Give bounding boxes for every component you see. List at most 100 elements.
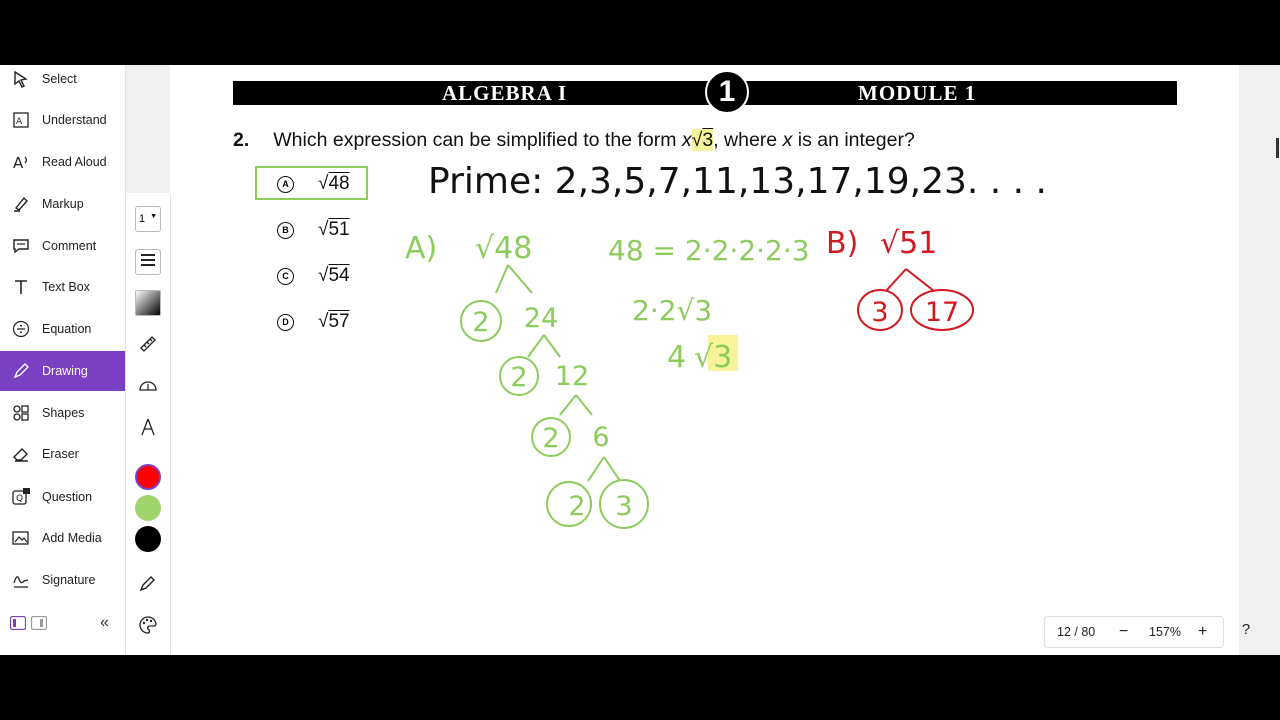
tool-question-label: Question — [42, 490, 93, 504]
ruler-button[interactable] — [135, 333, 161, 359]
zoom-level: 157% — [1149, 625, 1181, 639]
svg-text:A: A — [13, 154, 24, 171]
media-icon — [12, 529, 30, 547]
compass-button[interactable] — [135, 416, 161, 442]
ruler-icon — [138, 334, 158, 359]
tool-sidebar: Select A Understand A Read Aloud Markup … — [0, 65, 126, 655]
protractor-icon — [138, 375, 158, 400]
pen-icon — [12, 362, 30, 380]
svg-text:A: A — [16, 117, 23, 127]
tool-eraser[interactable]: Eraser — [0, 434, 125, 474]
app-window: ALGEBRA I MODULE 1 1 2. Which expression … — [0, 65, 1280, 655]
line-style-button[interactable] — [135, 249, 161, 275]
question-variable-2: x — [782, 129, 793, 151]
palette-icon — [138, 615, 158, 640]
page-indicator[interactable]: 12 / 80 — [1057, 617, 1095, 647]
tool-shapes[interactable]: Shapes — [0, 393, 125, 433]
tool-signature-label: Signature — [42, 573, 96, 587]
highlighter-icon — [12, 195, 30, 213]
choice-a[interactable]: A √48 — [277, 169, 350, 199]
read-aloud-icon: A — [12, 153, 30, 171]
choice-b-expression: √51 — [318, 219, 350, 240]
sidebar-footer: « — [0, 610, 125, 640]
collapse-sidebar-icon[interactable]: « — [100, 614, 109, 632]
eyedropper-button[interactable] — [135, 572, 161, 598]
tool-text-box[interactable]: Text Box — [0, 267, 125, 307]
question-text: 2. Which expression can be simplified to … — [233, 129, 915, 152]
tool-markup-label: Markup — [42, 197, 84, 211]
lines-icon — [138, 250, 158, 275]
tool-equation-label: Equation — [42, 322, 92, 336]
svg-text:Q: Q — [16, 494, 23, 504]
comment-icon — [12, 237, 30, 255]
zoom-in-button[interactable]: + — [1198, 617, 1207, 647]
question-mid: , where — [713, 129, 783, 151]
tool-comment-label: Comment — [42, 239, 97, 253]
tool-equation[interactable]: Equation — [0, 309, 125, 349]
tool-shapes-label: Shapes — [42, 406, 85, 420]
palette-button[interactable] — [135, 614, 161, 640]
question-post: is an integer? — [792, 129, 915, 151]
choice-b-bubble[interactable]: B — [277, 221, 294, 239]
header-course: ALGEBRA I — [442, 81, 568, 105]
choice-d-expression: √57 — [318, 311, 350, 332]
cursor-icon — [12, 70, 30, 88]
color-black-swatch[interactable] — [135, 526, 161, 552]
eraser-icon — [12, 445, 30, 463]
question-root-symbol: √ — [691, 129, 703, 151]
document-page — [170, 65, 1239, 655]
layout-toggle-icon[interactable] — [9, 615, 27, 631]
opacity-button[interactable] — [135, 290, 161, 316]
question-number: 2. — [233, 129, 250, 151]
panel-toggle-icon[interactable] — [30, 615, 48, 631]
signature-icon — [12, 571, 30, 589]
help-button[interactable]: ? — [1236, 620, 1256, 640]
question-pre: Which expression can be simplified to th… — [273, 129, 682, 151]
tool-select-label: Select — [42, 72, 77, 86]
tool-text-box-label: Text Box — [42, 280, 90, 294]
question-variable: x — [681, 129, 692, 151]
choice-a-bubble[interactable]: A — [277, 175, 294, 193]
tool-comment[interactable]: Comment — [0, 226, 125, 266]
choice-c[interactable]: C √54 — [277, 261, 350, 291]
tool-understand-label: Understand — [42, 113, 107, 127]
eyedropper-icon — [138, 573, 158, 598]
divide-icon — [12, 320, 30, 338]
stroke-size-select[interactable]: 1 ▼ — [135, 206, 161, 232]
zoom-out-button[interactable]: − — [1119, 617, 1128, 647]
drawing-subtoolbar: 1 ▼ — [126, 193, 171, 655]
tool-add-media-label: Add Media — [42, 531, 102, 545]
color-red-swatch[interactable] — [135, 464, 161, 490]
choice-c-bubble[interactable]: C — [277, 267, 294, 285]
tool-eraser-label: Eraser — [42, 447, 79, 461]
tool-read-aloud[interactable]: A Read Aloud — [0, 142, 125, 182]
choice-c-expression: √54 — [318, 265, 350, 286]
scrollbar-thumb[interactable] — [1276, 138, 1279, 158]
choice-d[interactable]: D √57 — [277, 307, 350, 337]
header-badge: 1 — [705, 70, 749, 114]
tool-add-media[interactable]: Add Media — [0, 518, 125, 558]
choice-d-bubble[interactable]: D — [277, 313, 294, 331]
tool-drawing-label: Drawing — [42, 364, 88, 378]
tool-select[interactable]: Select — [0, 65, 125, 99]
tool-signature[interactable]: Signature — [0, 560, 125, 600]
tool-drawing[interactable]: Drawing — [0, 351, 125, 391]
question-ai-icon: Q — [12, 488, 30, 506]
stroke-size-value: 1 — [139, 213, 146, 225]
question-root: 3 — [702, 129, 714, 151]
choice-a-expression: √48 — [318, 173, 350, 194]
question-highlight: √3 — [691, 129, 714, 151]
tool-question[interactable]: Q Question — [0, 477, 125, 517]
understand-icon: A — [12, 111, 30, 129]
tool-understand[interactable]: A Understand — [0, 100, 125, 140]
shapes-icon — [12, 404, 30, 422]
compass-icon — [138, 417, 158, 442]
header-module: MODULE 1 — [858, 81, 977, 105]
color-green-swatch[interactable] — [135, 495, 161, 521]
choice-b[interactable]: B √51 — [277, 215, 350, 245]
protractor-button[interactable] — [135, 374, 161, 400]
text-icon — [12, 278, 30, 296]
chevron-down-icon: ▼ — [150, 213, 157, 220]
tool-read-aloud-label: Read Aloud — [42, 155, 107, 169]
tool-markup[interactable]: Markup — [0, 184, 125, 224]
